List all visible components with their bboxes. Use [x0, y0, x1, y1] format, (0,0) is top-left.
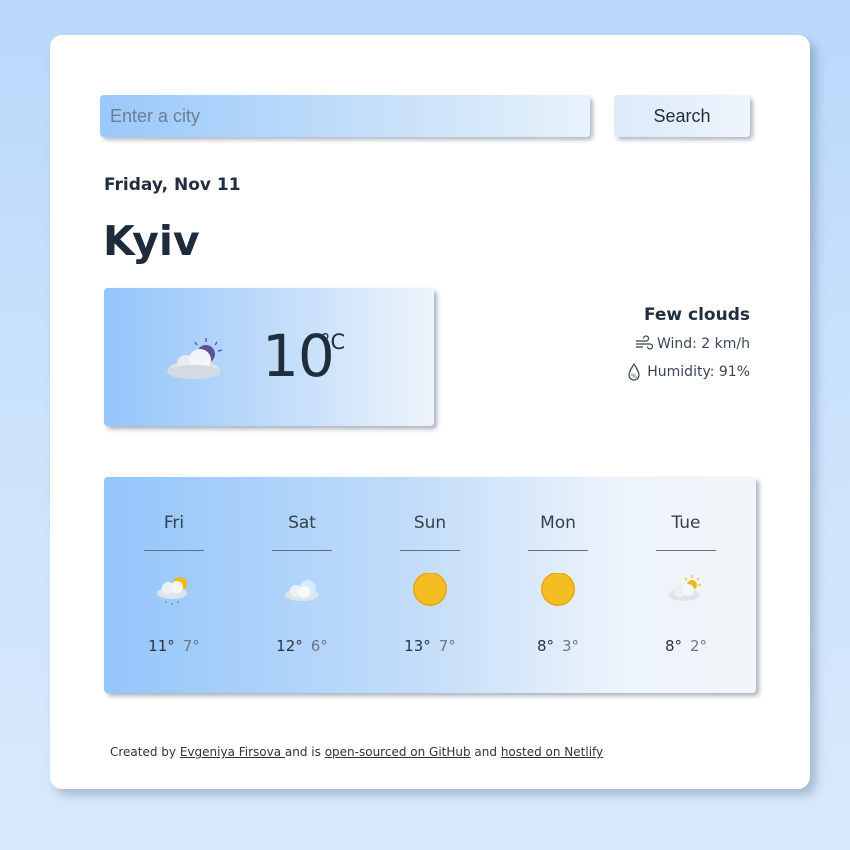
wind-text: Wind: 2 km/h: [656, 336, 750, 352]
sun-icon: [541, 573, 575, 606]
forecast-temps: 12° 6°: [238, 637, 366, 655]
weather-app-card: Search Friday, Nov 11 Kyiv 10 °C Few clo…: [50, 35, 810, 789]
forecast-day: Mon 8° 3°: [494, 477, 622, 693]
weather-details: Few clouds Wind: 2 km/h % Humidity: 91%: [625, 305, 750, 381]
divider: [528, 550, 588, 551]
forecast-max-temp: 11°: [148, 637, 175, 655]
footer-text: and is: [284, 745, 325, 759]
svg-text:%: %: [631, 373, 637, 380]
rain-cloud-sun-icon: [157, 577, 187, 605]
forecast-max-temp: 13°: [404, 637, 431, 655]
forecast-day: Sun 13° 7°: [366, 477, 494, 693]
forecast-temps: 11° 7°: [110, 637, 238, 655]
forecast-day-name: Sun: [413, 513, 447, 533]
wind-icon: [635, 335, 653, 350]
github-link[interactable]: open-sourced on GitHub: [325, 745, 471, 759]
forecast-day: Fri 11° 7°: [110, 477, 238, 693]
forecast-min-temp: 7°: [438, 637, 456, 655]
temperature-unit[interactable]: °C: [320, 330, 345, 354]
divider: [656, 550, 716, 551]
current-date: Friday, Nov 11: [104, 175, 241, 195]
forecast-temps: 8° 3°: [494, 637, 622, 655]
footer-text: and: [470, 745, 501, 759]
netlify-link[interactable]: hosted on Netlify: [501, 745, 603, 759]
forecast-min-temp: 3°: [562, 637, 580, 655]
forecast-day-name: Tue: [671, 513, 701, 533]
humidity-drop-icon: %: [628, 363, 640, 381]
forecast-day-name: Sat: [288, 513, 316, 533]
current-weather-box: 10 °C: [104, 288, 434, 426]
forecast-min-temp: 6°: [310, 637, 328, 655]
author-link[interactable]: Evgeniya Firsova: [180, 745, 285, 759]
humidity-text: Humidity: 91%: [647, 364, 750, 380]
sun-icon: [413, 573, 447, 606]
divider: [272, 550, 332, 551]
cloud-sun-icon: [668, 575, 701, 601]
forecast-min-temp: 7°: [182, 637, 200, 655]
forecast-min-temp: 2°: [690, 637, 708, 655]
footer: Created by Evgeniya Firsova and is open-…: [110, 745, 603, 759]
city-search-input[interactable]: [100, 95, 590, 137]
search-button[interactable]: Search: [614, 95, 750, 137]
footer-text: Created by: [110, 745, 180, 759]
divider: [144, 550, 204, 551]
forecast-day: Sat 12° 6°: [238, 477, 366, 693]
forecast-day-name: Fri: [163, 513, 185, 533]
forecast-max-temp: 8°: [664, 637, 682, 655]
few-clouds-night-icon: [167, 338, 223, 379]
forecast-day: Tue 8° 2°: [622, 477, 750, 693]
forecast-day-name: Mon: [540, 513, 576, 533]
humidity-row: % Humidity: 91%: [625, 363, 750, 381]
forecast-max-temp: 12°: [276, 637, 303, 655]
wind-row: Wind: 2 km/h: [625, 335, 750, 353]
forecast-temps: 8° 2°: [622, 637, 750, 655]
city-name: Kyiv: [103, 217, 200, 265]
cloud-icon: [285, 580, 319, 601]
forecast-temps: 13° 7°: [366, 637, 494, 655]
forecast-max-temp: 8°: [536, 637, 554, 655]
divider: [400, 550, 460, 551]
forecast-box: Fri 11° 7° Sat 12° 6° Sun 13° 7° Mon 8° …: [104, 477, 756, 693]
weather-description: Few clouds: [643, 305, 750, 325]
